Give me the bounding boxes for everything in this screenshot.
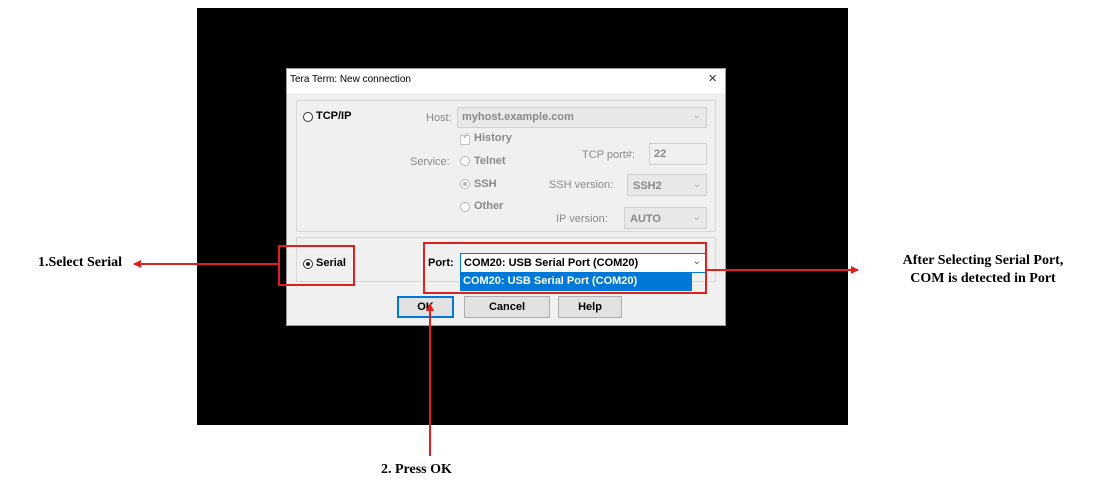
serial-radio[interactable] (303, 259, 313, 269)
telnet-radio[interactable] (460, 156, 470, 166)
history-checkbox[interactable]: ✓ (460, 131, 470, 145)
dialog-title: Tera Term: New connection (290, 74, 411, 85)
step2-annotation: 2. Press OK (381, 462, 452, 477)
tcp-port-label: TCP port#: (582, 149, 635, 161)
ssh-label: SSH (474, 178, 497, 190)
port-note-line1: After Selecting Serial Port, (902, 253, 1064, 268)
help-button[interactable]: Help (558, 296, 622, 318)
host-value: myhost.example.com (462, 111, 574, 123)
port-note-annotation: After Selecting Serial Port, COM is dete… (868, 252, 1098, 288)
port-option-0[interactable]: COM20: USB Serial Port (COM20) (463, 275, 637, 287)
tcpip-radio[interactable] (303, 112, 313, 122)
serial-label: Serial (316, 257, 346, 269)
port-dropdown-list[interactable]: COM20: USB Serial Port (COM20) (460, 273, 692, 291)
port-combo[interactable]: COM20: USB Serial Port (COM20) ⌄ (460, 253, 707, 273)
telnet-label: Telnet (474, 155, 506, 167)
host-label: Host: (426, 112, 452, 124)
ssh-version-value: SSH2 (633, 180, 662, 192)
ssh-version-label: SSH version: (549, 179, 614, 191)
close-icon[interactable]: × (708, 70, 717, 87)
port-note-line2: COM is detected in Port (910, 271, 1056, 286)
port-value: COM20: USB Serial Port (COM20) (464, 257, 639, 269)
tcp-port-field[interactable]: 22 (649, 143, 707, 165)
title-bar: Tera Term: New connection × (287, 69, 725, 93)
tcp-port-value: 22 (654, 148, 667, 160)
ssh-radio[interactable] (460, 179, 470, 189)
cancel-button[interactable]: Cancel (464, 296, 550, 318)
history-label: History (474, 132, 512, 144)
ok-button[interactable]: OK (397, 296, 454, 318)
chevron-down-icon: ⌄ (692, 110, 701, 121)
check-icon: ✓ (462, 131, 471, 142)
other-label: Other (474, 200, 504, 212)
host-combo[interactable]: myhost.example.com ⌄ (457, 107, 707, 128)
chevron-down-icon: ⌄ (692, 212, 701, 223)
step1-annotation: 1.Select Serial (38, 255, 122, 270)
chevron-down-icon: ⌄ (692, 179, 701, 190)
new-connection-dialog: Tera Term: New connection × TCP/IP Host:… (286, 68, 726, 326)
ssh-version-combo[interactable]: SSH2 ⌄ (627, 174, 707, 196)
chevron-down-icon: ⌄ (692, 256, 701, 267)
service-label: Service: (410, 156, 450, 168)
ip-version-combo[interactable]: AUTO ⌄ (624, 207, 707, 229)
other-radio[interactable] (460, 202, 470, 212)
port-label: Port: (428, 257, 454, 269)
tcpip-label: TCP/IP (316, 110, 352, 122)
ip-version-value: AUTO (630, 213, 661, 225)
ip-version-label: IP version: (556, 213, 608, 225)
